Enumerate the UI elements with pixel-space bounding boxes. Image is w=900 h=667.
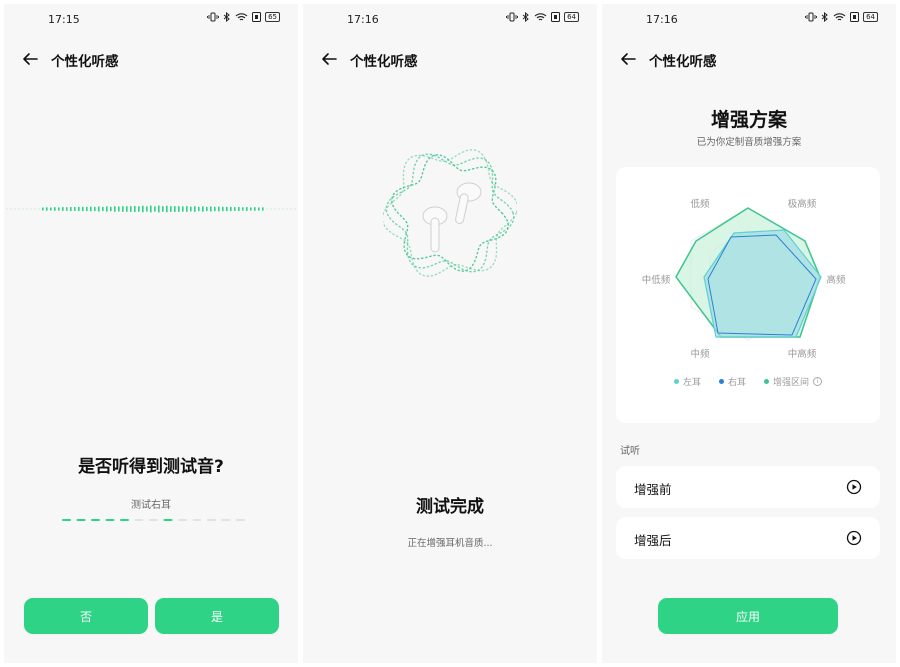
sim-icon [252, 12, 262, 22]
page-title: 个性化听感 [649, 54, 717, 70]
sim-icon [850, 12, 860, 22]
radar-label-low: 低频 [690, 198, 710, 210]
plan-heading: 增强方案 [710, 109, 787, 131]
preview-after-row[interactable]: 增强后 [616, 517, 880, 559]
test-complete-title: 测试完成 [416, 497, 484, 517]
plan-subheading: 已为你定制音质增强方案 [696, 137, 802, 148]
earbuds-illustration [383, 149, 517, 277]
wifi-icon [534, 13, 547, 21]
preview-before-label: 增强前 [634, 482, 672, 497]
preview-before-row[interactable]: 增强前 [616, 466, 880, 508]
preview-after-label: 增强后 [634, 533, 672, 548]
radar-label-mid: 中频 [690, 348, 710, 360]
screen-test-complete: 17:16 64 个性化听感 测试完成 正在增强耳机音质... [303, 4, 597, 663]
top-bar: 个性化听感 [303, 44, 597, 74]
sound-wave-visualizer [6, 205, 296, 213]
earbud-left-icon [422, 206, 448, 253]
status-time: 17:16 [347, 13, 379, 26]
enhancing-status: 正在增强耳机音质... [407, 538, 493, 549]
radar-label-mid-low: 中低频 [642, 274, 671, 286]
wifi-icon [833, 13, 846, 21]
vibrate-icon [207, 12, 220, 22]
status-bar: 17:16 64 [303, 4, 597, 36]
no-button[interactable]: 否 [24, 598, 148, 634]
test-progress-indicator [62, 519, 245, 521]
apply-button[interactable]: 应用 [658, 598, 838, 634]
test-question: 是否听得到测试音? [78, 457, 224, 477]
battery-icon: 64 [863, 12, 878, 22]
radar-label-high: 高频 [826, 274, 846, 286]
bluetooth-icon [522, 12, 529, 22]
legend-enhanced-range: 增强区间 i [764, 375, 823, 388]
preview-section-label: 试听 [620, 446, 640, 457]
screen-enhancement-plan: 17:16 64 个性化听感 增强方案 已为你定制音质增强方案 低频 极高频 中… [602, 4, 896, 663]
radar-card: 低频 极高频 中低频 高频 中频 中高频 左耳 右耳 增强区间 i [616, 167, 880, 423]
vibrate-icon [805, 12, 818, 22]
vibrate-icon [506, 12, 519, 22]
test-ear-label: 测试右耳 [131, 500, 171, 511]
status-time: 17:16 [646, 13, 678, 26]
battery-icon: 64 [564, 12, 579, 22]
bluetooth-icon [821, 12, 828, 22]
status-bar: 17:16 64 [602, 4, 896, 36]
wifi-icon [235, 13, 248, 21]
back-arrow-icon[interactable] [21, 50, 39, 68]
bluetooth-icon [223, 12, 230, 22]
radar-label-mid-high: 中高频 [788, 348, 817, 360]
status-bar: 17:15 65 [4, 4, 298, 36]
info-icon[interactable]: i [813, 377, 823, 386]
page-title: 个性化听感 [350, 54, 418, 70]
battery-icon: 65 [265, 12, 280, 22]
legend-left-ear: 左耳 [673, 375, 701, 388]
yes-button[interactable]: 是 [155, 598, 279, 634]
top-bar: 个性化听感 [4, 44, 298, 74]
screen-hearing-test: 17:15 65 个性化听感 是否听得到测试音? 测试右耳 否 是 [4, 4, 298, 663]
earbud-right-icon [455, 182, 482, 224]
legend-right-ear: 右耳 [718, 375, 746, 388]
page-title: 个性化听感 [51, 54, 119, 70]
sim-icon [551, 12, 561, 22]
top-bar: 个性化听感 [602, 44, 896, 74]
play-icon[interactable] [846, 479, 862, 495]
radar-label-ultra-high: 极高频 [788, 198, 817, 210]
back-arrow-icon[interactable] [320, 50, 338, 68]
radar-legend: 左耳 右耳 增强区间 i [616, 375, 880, 388]
status-time: 17:15 [48, 13, 80, 26]
back-arrow-icon[interactable] [619, 50, 637, 68]
play-icon[interactable] [846, 530, 862, 546]
frequency-radar-chart: 低频 极高频 中低频 高频 中频 中高频 [642, 198, 846, 360]
